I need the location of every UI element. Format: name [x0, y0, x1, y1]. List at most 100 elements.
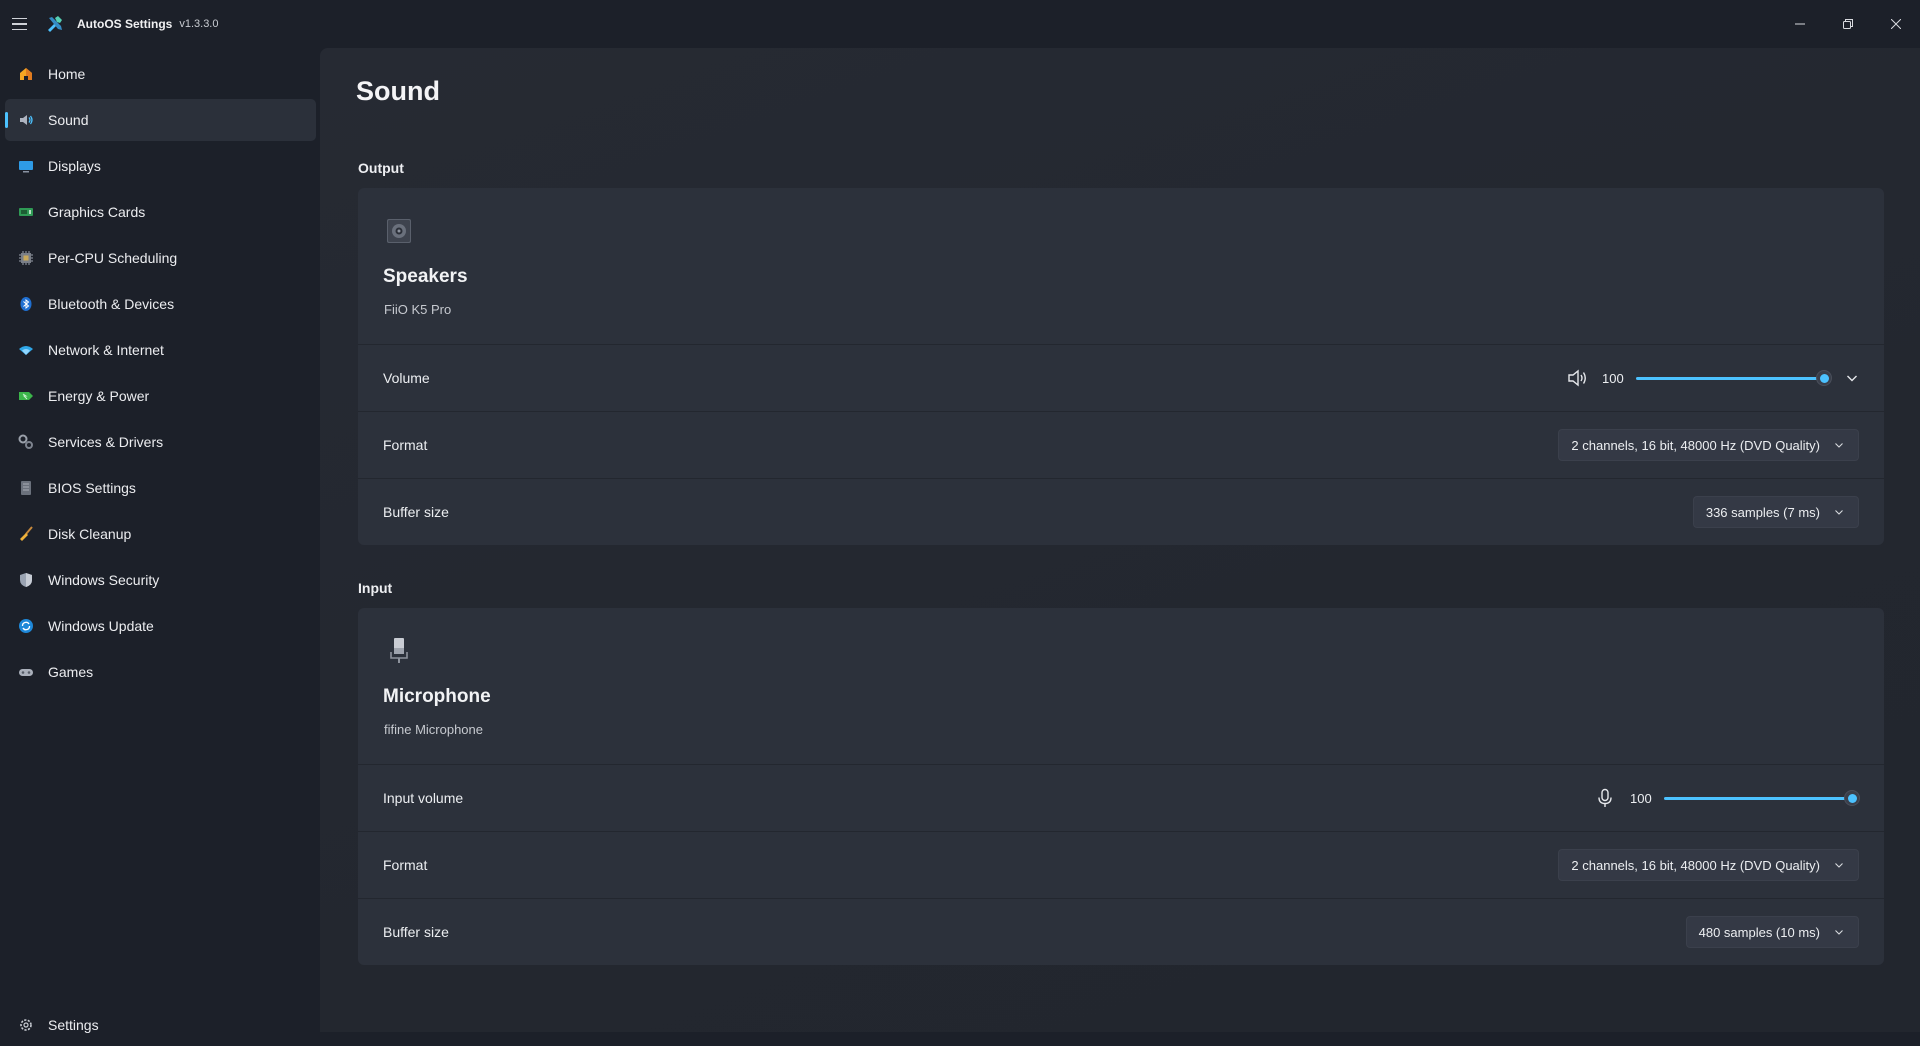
sidebar-item-label: Games	[48, 664, 94, 680]
gpu-icon	[18, 204, 34, 220]
sidebar-item-windows-update[interactable]: Windows Update	[5, 605, 316, 647]
microphone-icon[interactable]	[1594, 787, 1616, 809]
output-buffer-label: Buffer size	[383, 504, 449, 520]
sidebar-item-bios-settings[interactable]: BIOS Settings	[5, 467, 316, 509]
sidebar-item-home[interactable]: Home	[5, 53, 316, 95]
output-device-card: Speakers FiiO K5 Pro Volume 100 Format 2…	[358, 188, 1884, 545]
sidebar-item-label: Energy & Power	[48, 388, 150, 404]
output-format-row: Format 2 channels, 16 bit, 48000 Hz (DVD…	[358, 411, 1884, 478]
output-buffer-row: Buffer size 336 samples (7 ms)	[358, 478, 1884, 545]
microphone-device-icon	[390, 638, 408, 663]
input-volume-value: 100	[1630, 790, 1652, 806]
sidebar-item-label: Settings	[48, 1017, 99, 1033]
input-volume-label: Input volume	[383, 790, 464, 806]
output-device-model: FiiO K5 Pro	[384, 302, 452, 317]
input-buffer-dropdown[interactable]: 480 samples (10 ms)	[1685, 916, 1859, 948]
shield-icon	[18, 572, 34, 588]
output-volume-label: Volume	[383, 370, 430, 386]
input-device-card: Microphone fifine Microphone Input volum…	[358, 608, 1884, 965]
gamepad-icon	[18, 664, 34, 680]
input-buffer-row: Buffer size 480 samples (10 ms)	[358, 898, 1884, 965]
chevron-down-icon[interactable]	[1840, 366, 1864, 390]
chip-icon	[18, 480, 34, 496]
title-bar: AutoOS Settings v1.3.3.0	[0, 0, 1920, 48]
output-device-name: Speakers	[383, 266, 468, 287]
sidebar-item-displays[interactable]: Displays	[5, 145, 316, 187]
sidebar-item-label: Windows Security	[48, 572, 160, 588]
output-buffer-value: 336 samples (7 ms)	[1705, 504, 1820, 520]
output-format-dropdown[interactable]: 2 channels, 16 bit, 48000 Hz (DVD Qualit…	[1558, 429, 1859, 461]
output-volume-control: 100	[1566, 362, 1864, 394]
input-format-value: 2 channels, 16 bit, 48000 Hz (DVD Qualit…	[1571, 857, 1820, 873]
input-format-dropdown[interactable]: 2 channels, 16 bit, 48000 Hz (DVD Qualit…	[1558, 849, 1859, 881]
sidebar-item-per-cpu-scheduling[interactable]: Per-CPU Scheduling	[5, 237, 316, 279]
input-section-title: Input	[358, 580, 393, 596]
output-volume-value: 100	[1602, 370, 1624, 386]
output-format-value: 2 channels, 16 bit, 48000 Hz (DVD Qualit…	[1571, 437, 1820, 453]
sidebar-item-label: Network & Internet	[48, 342, 164, 358]
bluetooth-icon	[18, 296, 34, 312]
chevron-down-icon	[1835, 930, 1843, 935]
output-buffer-dropdown[interactable]: 336 samples (7 ms)	[1692, 496, 1859, 528]
sidebar-item-games[interactable]: Games	[5, 651, 316, 693]
sidebar-item-network-internet[interactable]: Network & Internet	[5, 329, 316, 371]
app-title: AutoOS Settings	[77, 17, 173, 31]
wifi-icon	[18, 342, 34, 358]
app-logo-icon	[48, 16, 62, 32]
sidebar-item-windows-security[interactable]: Windows Security	[5, 559, 316, 601]
input-format-label: Format	[383, 857, 428, 873]
sidebar-item-label: Graphics Cards	[48, 204, 146, 220]
input-volume-row: Input volume 100	[358, 764, 1884, 831]
sidebar-item-sound[interactable]: Sound	[5, 99, 316, 141]
sidebar: Home Sound Displays Graphics Cards Per-C…	[0, 48, 320, 1033]
output-volume-slider[interactable]	[1636, 368, 1832, 388]
sidebar-item-bluetooth-devices[interactable]: Bluetooth & Devices	[5, 283, 316, 325]
battery-icon	[18, 388, 34, 404]
minimize-button[interactable]	[1776, 0, 1824, 48]
chevron-down-icon	[1835, 863, 1843, 868]
display-icon	[18, 158, 34, 174]
sidebar-item-disk-cleanup[interactable]: Disk Cleanup	[5, 513, 316, 555]
hamburger-menu-icon[interactable]	[12, 14, 32, 34]
sidebar-item-label: Windows Update	[48, 618, 154, 634]
output-volume-row: Volume 100	[358, 344, 1884, 411]
gears-icon	[18, 434, 34, 450]
app-version: v1.3.3.0	[179, 18, 219, 30]
volume-icon[interactable]	[1566, 367, 1588, 389]
chevron-down-icon	[1835, 510, 1843, 515]
sidebar-item-label: Services & Drivers	[48, 434, 164, 450]
slider-thumb[interactable]	[1844, 790, 1860, 806]
gear-icon	[18, 1017, 34, 1033]
window-controls	[1776, 0, 1920, 48]
input-format-row: Format 2 channels, 16 bit, 48000 Hz (DVD…	[358, 831, 1884, 898]
chevron-down-icon	[1835, 443, 1843, 448]
sidebar-item-label: Disk Cleanup	[48, 526, 132, 542]
sidebar-item-label: Home	[48, 66, 86, 82]
sidebar-item-graphics-cards[interactable]: Graphics Cards	[5, 191, 316, 233]
broom-icon	[18, 526, 34, 542]
sidebar-item-label: Displays	[48, 158, 101, 174]
sidebar-item-services-drivers[interactable]: Services & Drivers	[5, 421, 316, 463]
active-indicator	[5, 112, 8, 128]
input-buffer-value: 480 samples (10 ms)	[1698, 924, 1820, 940]
sidebar-item-settings[interactable]: Settings	[5, 1004, 316, 1046]
input-volume-slider[interactable]	[1664, 788, 1860, 808]
close-icon	[1891, 19, 1901, 29]
update-icon	[18, 618, 34, 634]
input-device-header: Microphone fifine Microphone	[358, 608, 1884, 764]
minimize-icon	[1795, 23, 1805, 25]
close-button[interactable]	[1872, 0, 1920, 48]
output-device-header: Speakers FiiO K5 Pro	[358, 188, 1884, 344]
output-format-label: Format	[383, 437, 428, 453]
input-device-name: Microphone	[383, 686, 491, 707]
output-section-title: Output	[358, 160, 404, 176]
speaker-icon	[18, 112, 34, 128]
restore-button[interactable]	[1824, 0, 1872, 48]
sidebar-item-label: Bluetooth & Devices	[48, 296, 175, 312]
main-content: Sound Output Speakers FiiO K5 Pro Volume…	[320, 48, 1920, 1032]
page-title: Sound	[356, 76, 440, 106]
sidebar-item-energy-power[interactable]: Energy & Power	[5, 375, 316, 417]
input-device-model: fifine Microphone	[384, 722, 483, 737]
input-volume-control: 100	[1594, 782, 1860, 814]
slider-thumb[interactable]	[1816, 370, 1832, 386]
